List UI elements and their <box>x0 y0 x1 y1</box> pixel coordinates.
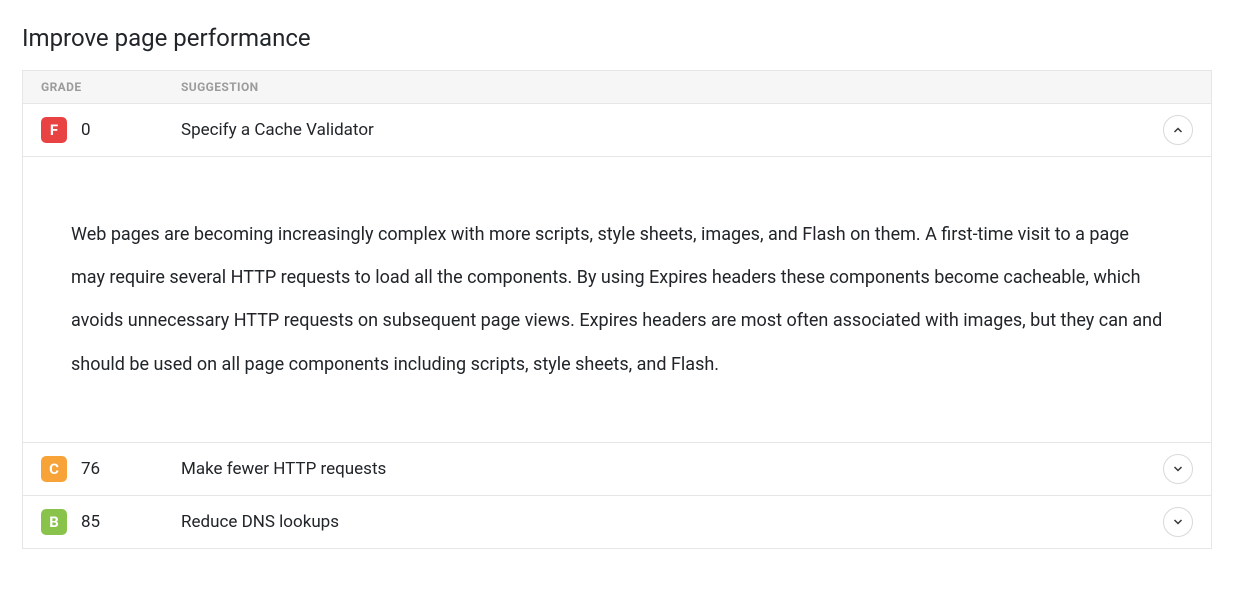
suggestion-row[interactable]: F 0 Specify a Cache Validator <box>23 104 1211 157</box>
chevron-up-icon <box>1172 124 1184 136</box>
grade-score: 76 <box>81 459 100 479</box>
detail-text: Web pages are becoming increasingly comp… <box>71 213 1163 386</box>
header-suggestion: SUGGESTION <box>181 80 1149 94</box>
grade-cell: C 76 <box>41 456 181 482</box>
chevron-down-icon <box>1172 516 1184 528</box>
table-header: GRADE SUGGESTION <box>23 71 1211 104</box>
expand-button[interactable] <box>1163 507 1193 537</box>
expand-button[interactable] <box>1163 454 1193 484</box>
grade-score: 85 <box>81 512 100 532</box>
header-grade: GRADE <box>41 80 181 94</box>
page-title: Improve page performance <box>22 24 1212 52</box>
suggestion-text: Reduce DNS lookups <box>181 512 1149 532</box>
suggestion-text: Make fewer HTTP requests <box>181 459 1149 479</box>
grade-cell: F 0 <box>41 117 181 143</box>
suggestion-detail: Web pages are becoming increasingly comp… <box>23 157 1211 443</box>
grade-cell: B 85 <box>41 509 181 535</box>
suggestion-text: Specify a Cache Validator <box>181 120 1149 140</box>
chevron-down-icon <box>1172 463 1184 475</box>
collapse-button[interactable] <box>1163 115 1193 145</box>
suggestion-row[interactable]: C 76 Make fewer HTTP requests <box>23 443 1211 496</box>
suggestions-panel: GRADE SUGGESTION F 0 Specify a Cache Val… <box>22 70 1212 549</box>
grade-badge: C <box>41 456 67 482</box>
grade-score: 0 <box>81 120 91 140</box>
grade-badge: F <box>41 117 67 143</box>
grade-badge: B <box>41 509 67 535</box>
suggestion-row[interactable]: B 85 Reduce DNS lookups <box>23 496 1211 548</box>
